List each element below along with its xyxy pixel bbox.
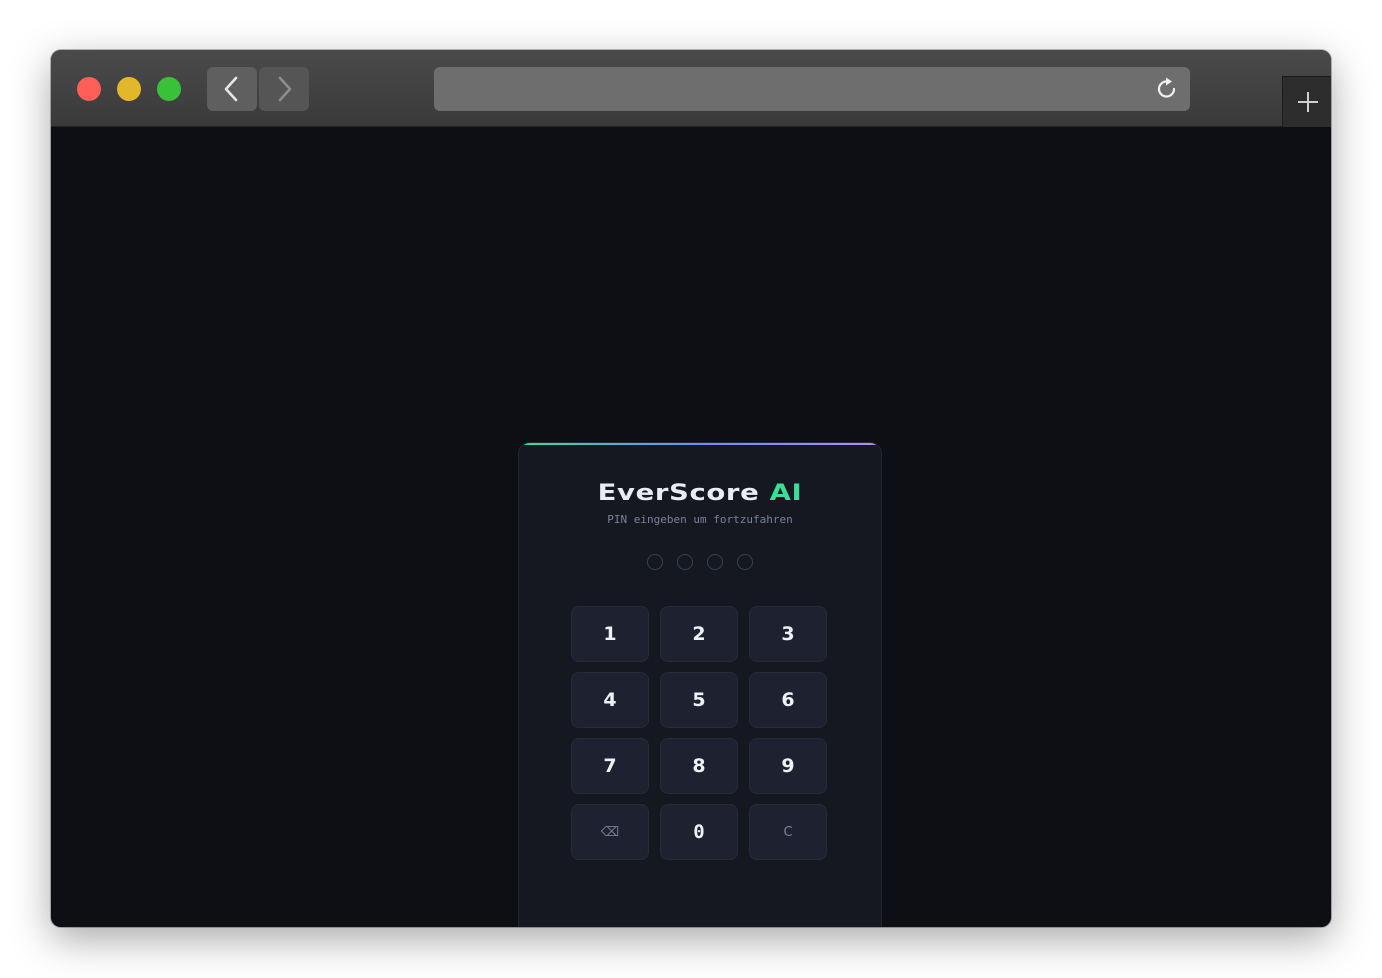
- new-tab-button[interactable]: [1282, 76, 1331, 127]
- pin-login-card: EverScore AI PIN eingeben um fortzufahre…: [518, 442, 882, 927]
- address-bar[interactable]: [434, 67, 1190, 111]
- key-6[interactable]: 6: [749, 672, 827, 728]
- reload-icon[interactable]: [1154, 76, 1180, 102]
- key-9[interactable]: 9: [749, 738, 827, 794]
- back-button[interactable]: [207, 67, 257, 111]
- plus-icon: [1297, 92, 1318, 112]
- minimize-window-button[interactable]: [117, 77, 141, 101]
- key-3[interactable]: 3: [749, 606, 827, 662]
- key-4[interactable]: 4: [571, 672, 649, 728]
- key-8[interactable]: 8: [660, 738, 738, 794]
- browser-window: EverScore AI PIN eingeben um fortzufahre…: [51, 50, 1331, 927]
- pin-keypad: 1 2 3 4 5 6 7 8 9 ⌫ 0 C: [571, 606, 829, 860]
- pin-dot: [677, 554, 693, 570]
- key-5[interactable]: 5: [660, 672, 738, 728]
- brand-accent: AI: [769, 481, 803, 506]
- brand-logo: EverScore AI: [519, 481, 881, 506]
- forward-button[interactable]: [259, 67, 309, 111]
- pin-instruction: PIN eingeben um fortzufahren: [607, 513, 793, 526]
- pin-dot: [707, 554, 723, 570]
- key-0[interactable]: 0: [660, 804, 738, 860]
- pin-indicator: [519, 554, 881, 570]
- close-window-button[interactable]: [77, 77, 101, 101]
- key-2[interactable]: 2: [660, 606, 738, 662]
- browser-toolbar: [51, 50, 1331, 127]
- clear-key[interactable]: C: [749, 804, 827, 860]
- pin-dot: [737, 554, 753, 570]
- chevron-left-icon: [224, 76, 238, 102]
- brand-name: EverScore: [597, 481, 760, 506]
- key-1[interactable]: 1: [571, 606, 649, 662]
- gradient-accent-line: [519, 443, 881, 445]
- pin-dot: [647, 554, 663, 570]
- chevron-right-icon: [278, 76, 292, 102]
- backspace-key[interactable]: ⌫: [571, 804, 649, 860]
- page-content: EverScore AI PIN eingeben um fortzufahre…: [51, 127, 1331, 927]
- maximize-window-button[interactable]: [157, 77, 181, 101]
- key-7[interactable]: 7: [571, 738, 649, 794]
